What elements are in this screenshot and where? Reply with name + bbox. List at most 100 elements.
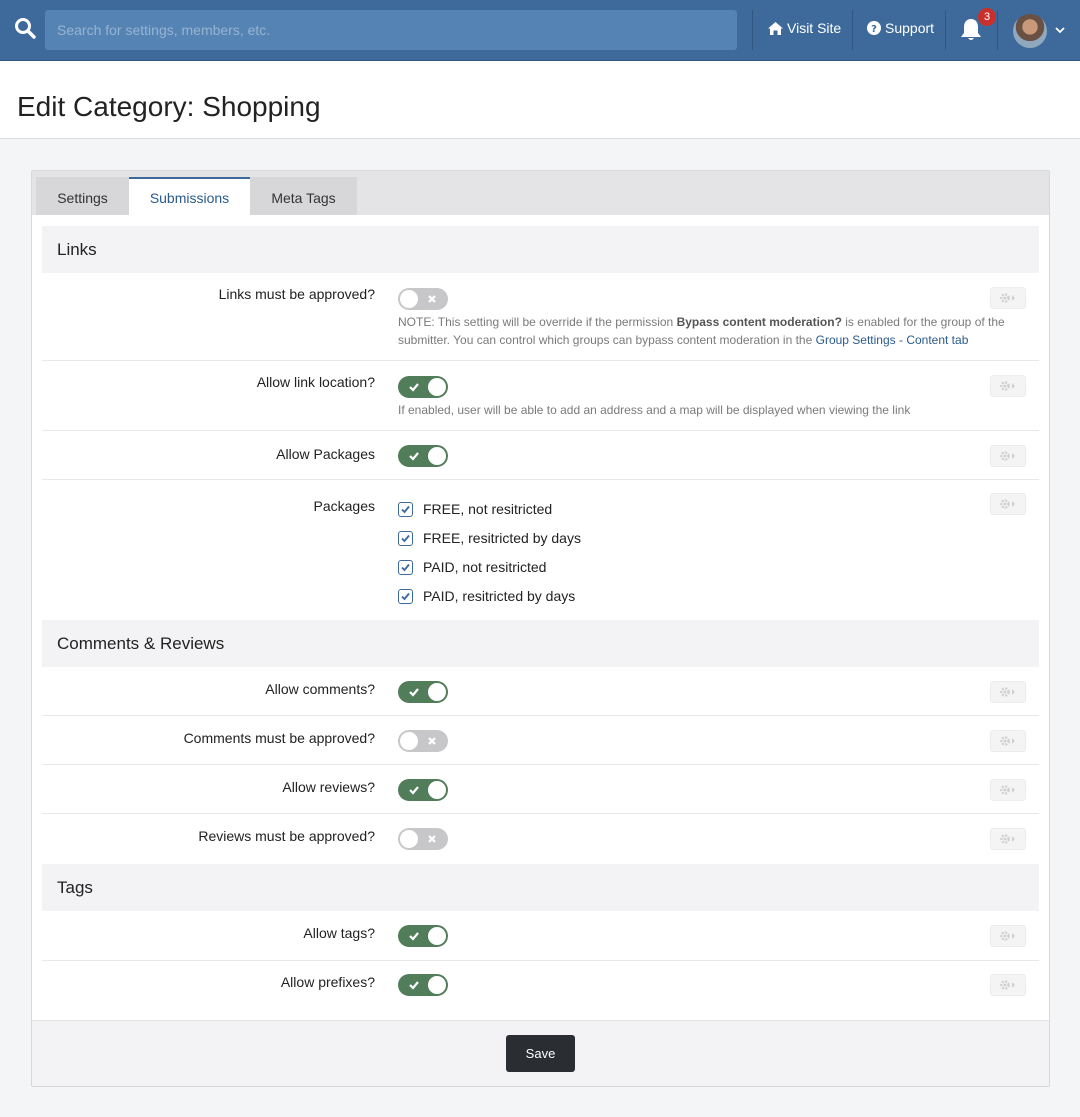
setting-options-button[interactable] [990, 730, 1026, 752]
tab-settings[interactable]: Settings [36, 177, 129, 215]
form-footer: Save [32, 1020, 1049, 1086]
checkbox[interactable] [398, 559, 413, 575]
package-checkbox-item[interactable]: FREE, resitricted by days [398, 528, 581, 548]
setting-options-button[interactable] [990, 375, 1026, 397]
setting-label: Allow reviews? [282, 779, 375, 795]
toggle-knob [428, 683, 446, 701]
check-icon [401, 534, 410, 542]
setting-allow-comments: Allow comments? [42, 667, 1039, 716]
gear-icon [1000, 381, 1015, 391]
setting-link-location: Allow link location? If enabled, user wi… [42, 361, 1039, 431]
section-links-header: Links [42, 226, 1039, 273]
reviews-approved-toggle[interactable] [398, 828, 448, 850]
setting-label: Allow tags? [303, 925, 375, 941]
setting-label: Reviews must be approved? [198, 828, 375, 844]
section-comments-header: Comments & Reviews [42, 620, 1039, 667]
setting-label: Allow prefixes? [280, 974, 375, 990]
search-input[interactable] [45, 10, 737, 50]
edit-category-panel: Settings Submissions Meta Tags Links Lin… [31, 170, 1050, 1087]
setting-label: Comments must be approved? [183, 730, 375, 746]
allow-reviews-toggle[interactable] [398, 779, 448, 801]
setting-options-button[interactable] [990, 925, 1026, 947]
setting-allow-packages: Allow Packages [42, 431, 1039, 480]
checkbox[interactable] [398, 501, 413, 517]
close-icon [428, 295, 436, 303]
package-checkbox-item[interactable]: PAID, not resitricted [398, 557, 546, 577]
setting-label: Allow Packages [276, 446, 375, 462]
allow-prefixes-toggle[interactable] [398, 974, 448, 996]
checkbox[interactable] [398, 588, 413, 604]
gear-icon [1000, 451, 1015, 461]
comments-approved-toggle[interactable] [398, 730, 448, 752]
checkbox-label: FREE, resitricted by days [423, 530, 581, 546]
allow-tags-toggle[interactable] [398, 925, 448, 947]
divider [945, 10, 946, 50]
question-circle-icon: ? [867, 21, 881, 35]
toggle-knob [400, 830, 418, 848]
gear-icon [1000, 736, 1015, 746]
allow-comments-toggle[interactable] [398, 681, 448, 703]
notification-badge: 3 [978, 8, 996, 26]
setting-options-button[interactable] [990, 681, 1026, 703]
setting-options-button[interactable] [990, 779, 1026, 801]
chevron-down-icon[interactable] [1055, 25, 1065, 35]
search-icon[interactable] [13, 16, 37, 40]
setting-options-button[interactable] [990, 974, 1026, 996]
toggle-knob [428, 927, 446, 945]
divider [997, 10, 998, 50]
support-link[interactable]: ? Support [867, 20, 934, 36]
toggle-knob [400, 732, 418, 750]
avatar[interactable] [1013, 14, 1047, 48]
close-icon [428, 835, 436, 843]
check-icon [409, 452, 419, 461]
setting-label: Packages [313, 498, 375, 514]
setting-allow-tags: Allow tags? [42, 911, 1039, 961]
home-icon [768, 21, 783, 35]
setting-links-approved: Links must be approved? NOTE: This setti… [42, 273, 1039, 361]
allow-packages-toggle[interactable] [398, 445, 448, 467]
gear-icon [1000, 785, 1015, 795]
setting-options-button[interactable] [990, 493, 1026, 515]
setting-comments-approved: Comments must be approved? [42, 716, 1039, 765]
package-checkbox-item[interactable]: FREE, not resitricted [398, 499, 552, 519]
setting-label: Links must be approved? [218, 286, 375, 302]
setting-label: Allow comments? [265, 681, 375, 697]
checkbox-label: PAID, not resitricted [423, 559, 547, 575]
save-button[interactable]: Save [506, 1035, 575, 1072]
divider [852, 10, 853, 50]
package-checkbox-item[interactable]: PAID, resitricted by days [398, 586, 575, 606]
setting-allow-reviews: Allow reviews? [42, 765, 1039, 814]
section-tags-header: Tags [42, 864, 1039, 911]
toggle-knob [428, 976, 446, 994]
visit-site-link[interactable]: Visit Site [768, 20, 841, 36]
check-icon [409, 981, 419, 990]
group-settings-link[interactable]: Group Settings - Content tab [816, 333, 969, 347]
visit-site-label: Visit Site [787, 20, 842, 36]
gear-icon [1000, 980, 1015, 990]
setting-options-button[interactable] [990, 287, 1026, 309]
links-approved-help: NOTE: This setting will be override if t… [398, 313, 1008, 349]
page-title: Edit Category: Shopping [17, 91, 321, 122]
checkbox-label: FREE, not resitricted [423, 501, 553, 517]
setting-options-button[interactable] [990, 828, 1026, 850]
page-header: Edit Category: Shopping [0, 61, 1080, 139]
toggle-knob [428, 447, 446, 465]
gear-icon [1000, 687, 1015, 697]
setting-options-button[interactable] [990, 445, 1026, 467]
close-icon [428, 737, 436, 745]
setting-packages: Packages FREE, not resitricted FREE, res… [42, 480, 1039, 618]
checkbox[interactable] [398, 530, 413, 546]
svg-text:?: ? [871, 24, 877, 35]
tab-submissions[interactable]: Submissions [129, 177, 250, 215]
link-location-toggle[interactable] [398, 376, 448, 398]
checkbox-label: PAID, resitricted by days [423, 588, 576, 604]
tab-meta-tags[interactable]: Meta Tags [250, 177, 357, 215]
top-navbar: Visit Site ? Support 3 [0, 0, 1080, 61]
toggle-knob [428, 781, 446, 799]
help-bold-text: Bypass content moderation? [676, 315, 842, 329]
gear-icon [1000, 931, 1015, 941]
links-approved-toggle[interactable] [398, 288, 448, 310]
support-label: Support [885, 20, 935, 36]
link-location-help: If enabled, user will be able to add an … [398, 403, 911, 417]
divider [752, 10, 753, 50]
